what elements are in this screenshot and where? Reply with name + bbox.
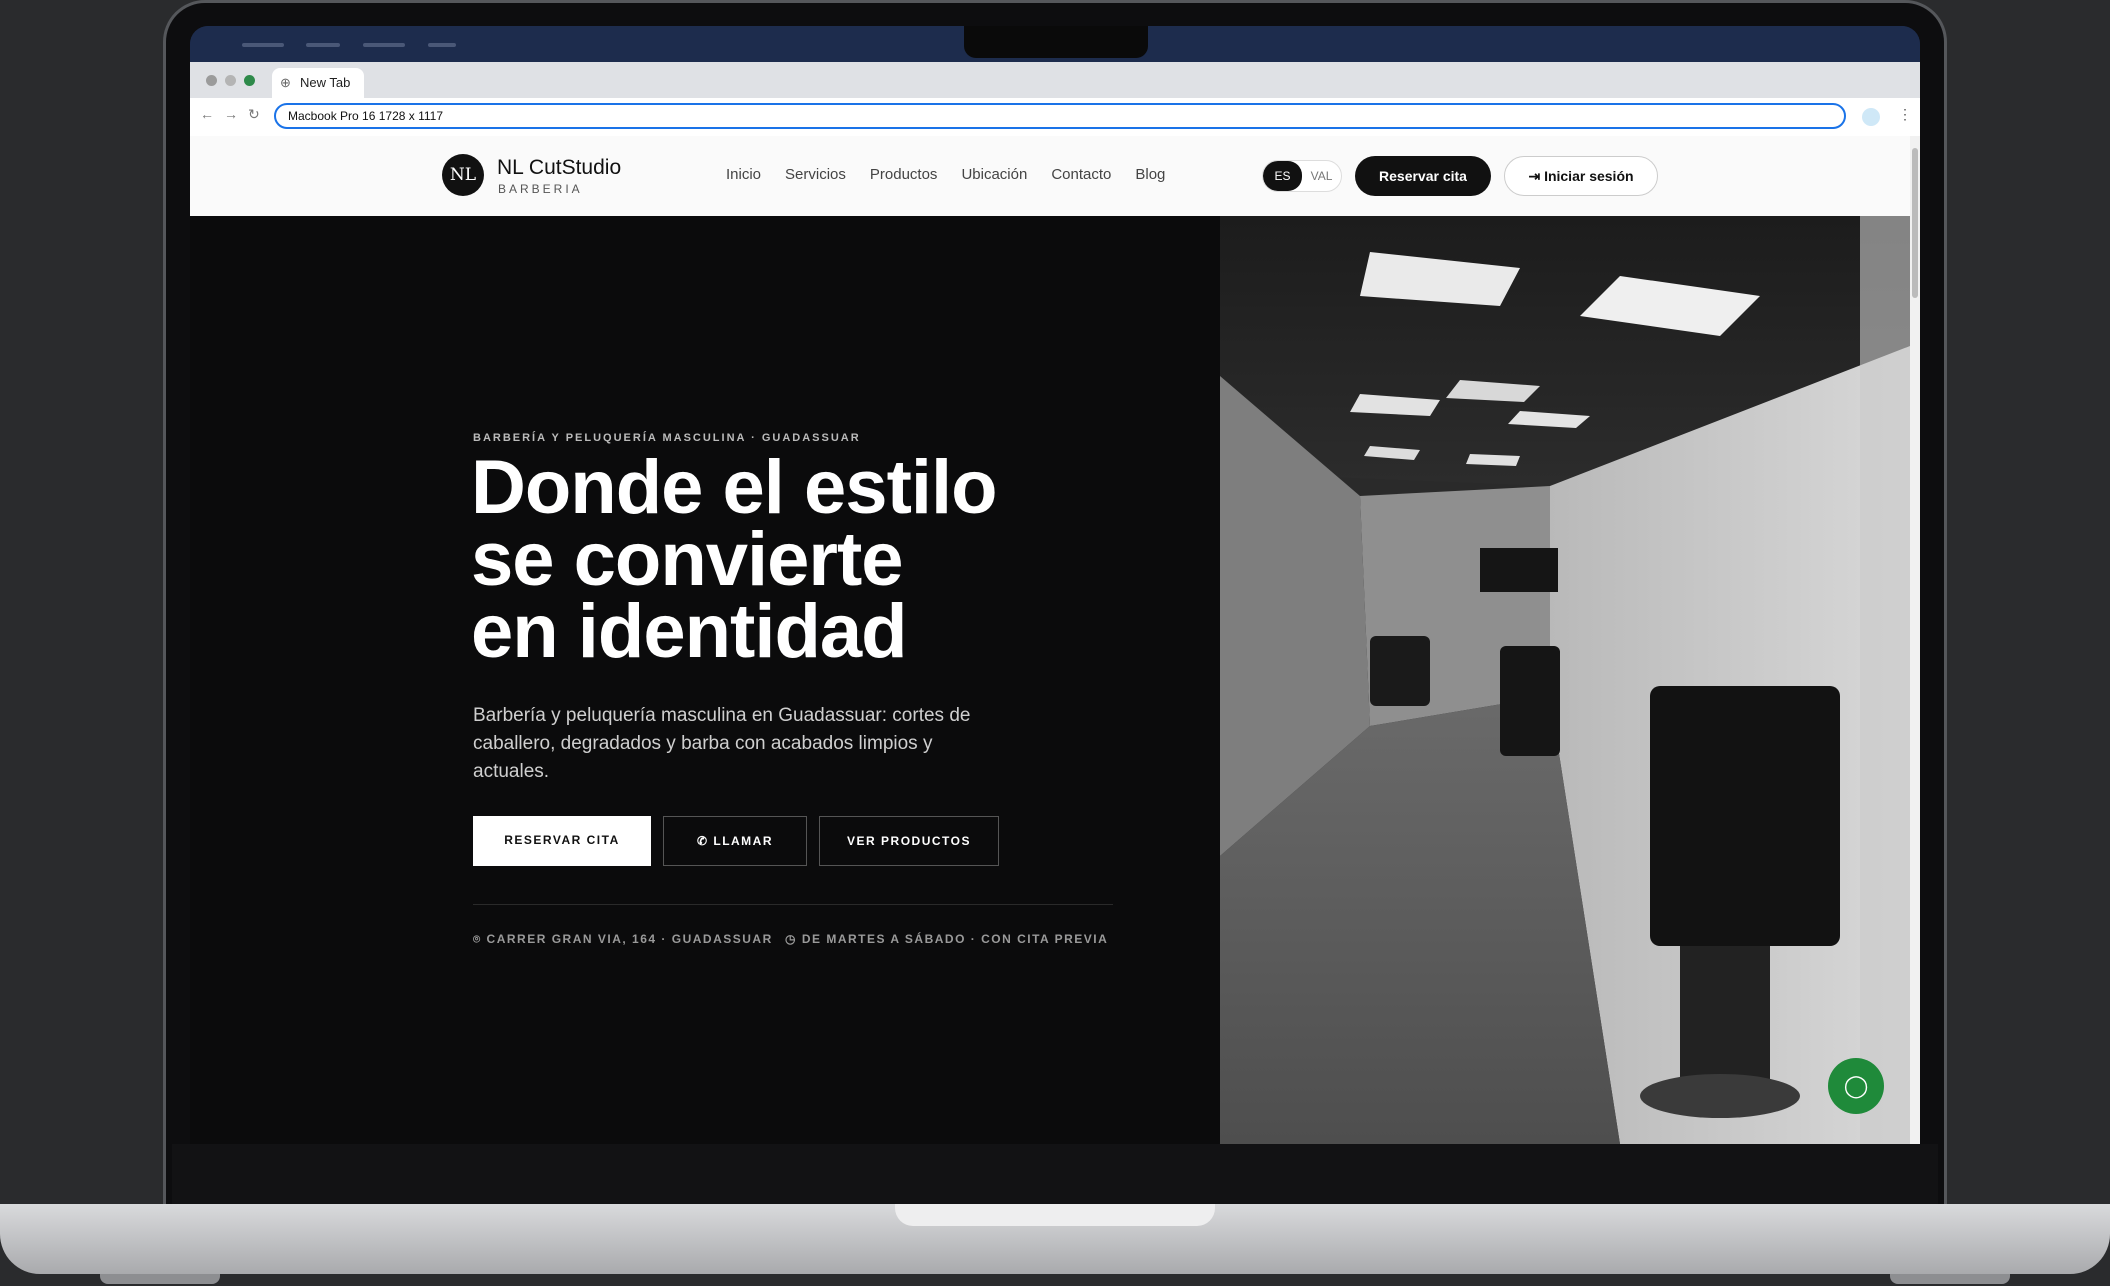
nav-link-servicios[interactable]: Servicios xyxy=(785,166,846,183)
close-window-button[interactable] xyxy=(206,75,217,86)
tab-title: New Tab xyxy=(300,75,351,90)
phone-icon: ✆ xyxy=(696,834,714,848)
language-switcher: ES VAL xyxy=(1262,160,1342,192)
address-text: CARRER GRAN VIA, 164 · GUADASSUAR xyxy=(486,932,773,946)
address-bar[interactable]: Macbook Pro 16 1728 x 1117 xyxy=(274,103,1846,129)
profile-avatar[interactable] xyxy=(1862,108,1880,126)
call-button[interactable]: ✆ LLAMAR xyxy=(663,816,807,866)
login-button[interactable]: ⇥ Iniciar sesión xyxy=(1504,156,1658,196)
laptop-hinge-notch xyxy=(895,1204,1215,1226)
brand-subtitle: BARBERIA xyxy=(498,182,583,196)
clock-icon: ◷ xyxy=(785,932,802,946)
lang-val-button[interactable]: VAL xyxy=(1302,161,1341,191)
globe-icon: ⊕ xyxy=(280,75,291,90)
nav-link-blog[interactable]: Blog xyxy=(1135,166,1165,183)
minimize-window-button[interactable] xyxy=(225,75,236,86)
menu-placeholder xyxy=(428,43,456,47)
lang-es-button[interactable]: ES xyxy=(1263,161,1302,191)
browser-tab[interactable]: ⊕ New Tab xyxy=(272,68,364,98)
login-label: Iniciar sesión xyxy=(1544,168,1634,184)
nav-link-inicio[interactable]: Inicio xyxy=(726,166,761,183)
page-scrollbar[interactable] xyxy=(1910,136,1920,1144)
reserve-cta-button[interactable]: RESERVAR CITA xyxy=(473,816,651,866)
camera-notch xyxy=(964,26,1148,58)
laptop-foot xyxy=(1890,1274,2010,1284)
logo-icon[interactable]: NL xyxy=(442,154,484,196)
page-viewport: NL NL CutStudio BARBERIA Inicio Servicio… xyxy=(190,136,1920,1144)
hero-eyebrow: BARBERÍA Y PELUQUERÍA MASCULINA · GUADAS… xyxy=(473,432,861,444)
menu-placeholder xyxy=(242,43,284,47)
nav-link-contacto[interactable]: Contacto xyxy=(1051,166,1111,183)
back-arrow-icon[interactable]: ← xyxy=(200,106,214,122)
browser-toolbar: ← → ↻ Macbook Pro 16 1728 x 1117 ⋮ xyxy=(190,98,1920,137)
hero-section: BARBERÍA Y PELUQUERÍA MASCULINA · GUADAS… xyxy=(190,216,1220,1144)
login-icon: ⇥ xyxy=(1528,168,1545,184)
chat-bubble-icon[interactable]: ◯ xyxy=(1828,1058,1884,1114)
barbershop-interior-image xyxy=(1220,216,1910,1144)
hero-headline: Donde el estilo se convierte en identida… xyxy=(471,445,998,674)
barbershop-photo xyxy=(1220,216,1910,1144)
nav-link-productos[interactable]: Productos xyxy=(870,166,938,183)
more-menu-icon[interactable]: ⋮ xyxy=(1898,106,1912,123)
headline-line: se convierte xyxy=(471,517,904,602)
hero-divider xyxy=(473,904,1113,905)
products-button[interactable]: VER PRODUCTOS xyxy=(819,816,999,866)
laptop-foot xyxy=(100,1274,220,1284)
screen: ⊕ New Tab ← → ↻ Macbook Pro 16 1728 x 11… xyxy=(190,26,1920,1144)
main-nav: Inicio Servicios Productos Ubicación Con… xyxy=(726,166,1165,183)
nav-link-ubicacion[interactable]: Ubicación xyxy=(961,166,1027,183)
headline-line: Donde el estilo xyxy=(471,445,998,530)
site-header: NL NL CutStudio BARBERIA Inicio Servicio… xyxy=(190,136,1910,217)
hours-info: ◷ DE MARTES A SÁBADO · CON CITA PREVIA xyxy=(785,932,1108,946)
laptop-bottom-bezel xyxy=(172,1144,1938,1204)
reload-icon[interactable]: ↻ xyxy=(248,106,260,123)
menu-placeholder xyxy=(306,43,340,47)
hero-lead: Barbería y peluquería masculina en Guada… xyxy=(473,705,971,782)
forward-arrow-icon[interactable]: → xyxy=(224,106,238,122)
brand-name[interactable]: NL CutStudio xyxy=(497,156,621,180)
browser-tab-strip: ⊕ New Tab xyxy=(190,62,1920,98)
scrollbar-thumb[interactable] xyxy=(1912,148,1918,298)
location-pin-icon: ⌾ xyxy=(473,932,487,946)
call-label: LLAMAR xyxy=(713,834,774,848)
headline-line: en identidad xyxy=(471,589,908,674)
address-info: ⌾ CARRER GRAN VIA, 164 · GUADASSUAR xyxy=(473,932,773,947)
hours-text: DE MARTES A SÁBADO · CON CITA PREVIA xyxy=(801,932,1109,946)
menu-placeholder xyxy=(363,43,405,47)
maximize-window-button[interactable] xyxy=(244,75,255,86)
reserve-button[interactable]: Reservar cita xyxy=(1355,156,1491,196)
